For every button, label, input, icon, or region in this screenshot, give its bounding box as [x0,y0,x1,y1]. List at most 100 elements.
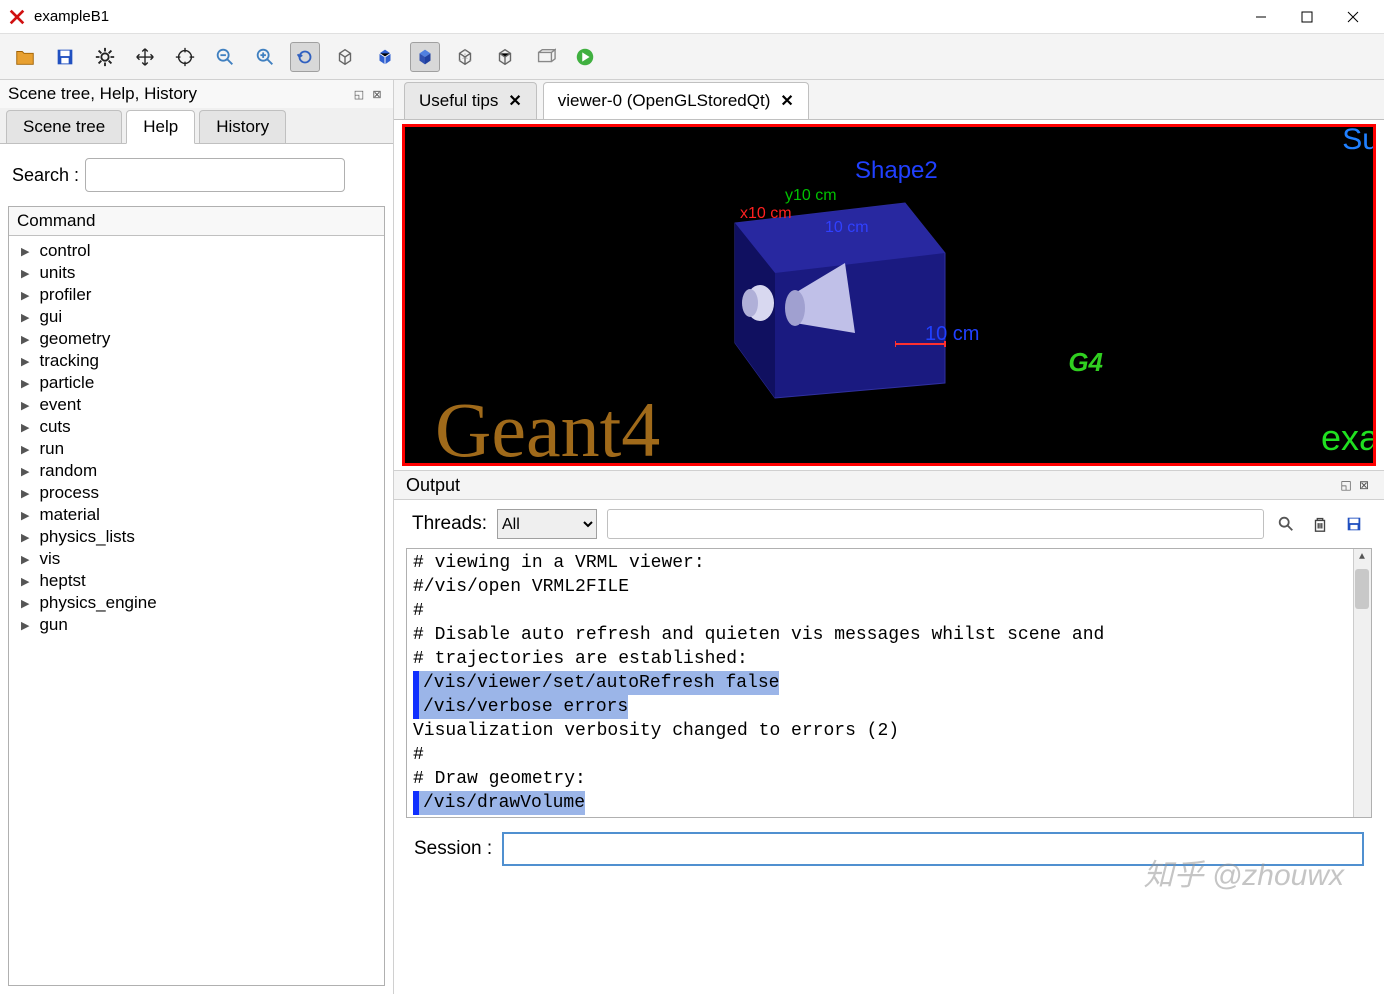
dock-close-icon[interactable]: ⊠ [369,86,385,102]
solid-shaded-button[interactable] [410,42,440,72]
output-line: # trajectories are established: [413,647,1365,671]
threads-select[interactable]: All [497,509,597,539]
search-label: Search : [12,165,79,186]
left-panel: Scene tree, Help, History ◱ ⊠ Scene tree… [0,80,394,994]
su-label: Su [1342,124,1376,157]
caret-icon: ▶ [21,509,29,522]
caret-icon: ▶ [21,597,29,610]
tab-scene-tree[interactable]: Scene tree [6,110,122,143]
axis-x-label: x10 cm [740,205,792,223]
output-line: # Draw geometry: [413,767,1365,791]
caret-icon: ▶ [21,355,29,368]
viewer-3d[interactable]: Shape2 y10 cm x10 cm 10 cm 10 cm G4 Gean… [402,124,1376,466]
wireframe-button[interactable] [330,42,360,72]
target-button[interactable] [170,42,200,72]
g4-logo: G4 [1068,347,1103,378]
tree-item[interactable]: ▶event [9,394,384,416]
tree-item[interactable]: ▶geometry [9,328,384,350]
tab-help[interactable]: Help [126,110,195,144]
caret-icon: ▶ [21,443,29,456]
clear-icon[interactable] [1308,512,1332,536]
tree-item[interactable]: ▶gun [9,614,384,636]
viewer-tabs: Useful tips ✕ viewer-0 (OpenGLStoredQt) … [394,80,1384,120]
tree-item[interactable]: ▶physics_engine [9,592,384,614]
output-toolbar: Threads: All [394,500,1384,548]
minimize-button[interactable] [1238,2,1284,32]
output-line: /vis/viewer/set/autoRefresh false [413,671,1365,695]
session-input[interactable] [502,832,1364,866]
search-row: Search : [0,144,393,206]
tree-item[interactable]: ▶tracking [9,350,384,372]
tree-item[interactable]: ▶random [9,460,384,482]
tab-viewer-0[interactable]: viewer-0 (OpenGLStoredQt) ✕ [543,82,809,119]
tree-item[interactable]: ▶run [9,438,384,460]
rotate-button[interactable] [290,42,320,72]
caret-icon: ▶ [21,531,29,544]
scene-geometry [695,163,985,403]
tree-item[interactable]: ▶heptst [9,570,384,592]
tree-item[interactable]: ▶process [9,482,384,504]
tree-item[interactable]: ▶profiler [9,284,384,306]
save-output-icon[interactable] [1342,512,1366,536]
tab-useful-tips[interactable]: Useful tips ✕ [404,82,537,119]
tree-item[interactable]: ▶physics_lists [9,526,384,548]
tree-item[interactable]: ▶vis [9,548,384,570]
caret-icon: ▶ [21,487,29,500]
maximize-button[interactable] [1284,2,1330,32]
tree-item[interactable]: ▶units [9,262,384,284]
titlebar: exampleB1 [0,0,1384,34]
caret-icon: ▶ [21,311,29,324]
tree-item[interactable]: ▶control [9,240,384,262]
toolbar [0,34,1384,80]
dock-float-icon[interactable]: ◱ [1338,477,1354,493]
window-title: exampleB1 [34,8,1238,25]
output-text[interactable]: ▲ # viewing in a VRML viewer:#/vis/open … [406,548,1372,818]
close-icon[interactable]: ✕ [508,91,521,111]
tree-header: Command [9,207,384,236]
output-line: # [413,599,1365,623]
dock-close-icon[interactable]: ⊠ [1356,477,1372,493]
settings-button[interactable] [90,42,120,72]
caret-icon: ▶ [21,421,29,434]
caret-icon: ▶ [21,289,29,302]
scroll-up-icon[interactable]: ▲ [1353,549,1371,567]
scroll-thumb[interactable] [1355,569,1369,609]
output-search-input[interactable] [607,509,1264,539]
tree-item[interactable]: ▶gui [9,306,384,328]
open-file-button[interactable] [10,42,40,72]
caret-icon: ▶ [21,553,29,566]
save-button[interactable] [50,42,80,72]
run-button[interactable] [570,42,600,72]
zoom-out-button[interactable] [210,42,240,72]
close-icon[interactable]: ✕ [780,91,793,111]
tree-item[interactable]: ▶particle [9,372,384,394]
caret-icon: ▶ [21,377,29,390]
output-line: # viewing in a VRML viewer: [413,551,1365,575]
tree-item[interactable]: ▶material [9,504,384,526]
output-line: #/vis/open VRML2FILE [413,575,1365,599]
caret-icon: ▶ [21,575,29,588]
hidden-line-removal-button[interactable] [490,42,520,72]
search-input[interactable] [85,158,345,192]
dock-float-icon[interactable]: ◱ [351,86,367,102]
zoom-in-button[interactable] [250,42,280,72]
perspective-button[interactable] [530,42,560,72]
tab-history[interactable]: History [199,110,286,143]
solid-front-button[interactable] [370,42,400,72]
command-tree[interactable]: Command ▶control▶units▶profiler▶gui▶geom… [8,206,385,986]
caret-icon: ▶ [21,465,29,478]
close-button[interactable] [1330,2,1376,32]
output-line: # [413,743,1365,767]
threads-label: Threads: [412,513,487,535]
output-line: /vis/verbose errors [413,695,1365,719]
caret-icon: ▶ [21,619,29,632]
move-button[interactable] [130,42,160,72]
left-dock-header: Scene tree, Help, History ◱ ⊠ [0,80,393,108]
hidden-line-button[interactable] [450,42,480,72]
session-row: Session : [394,818,1384,880]
search-icon[interactable] [1274,512,1298,536]
app-icon [8,8,26,26]
caret-icon: ▶ [21,267,29,280]
left-tabs: Scene tree Help History [0,108,393,144]
tree-item[interactable]: ▶cuts [9,416,384,438]
